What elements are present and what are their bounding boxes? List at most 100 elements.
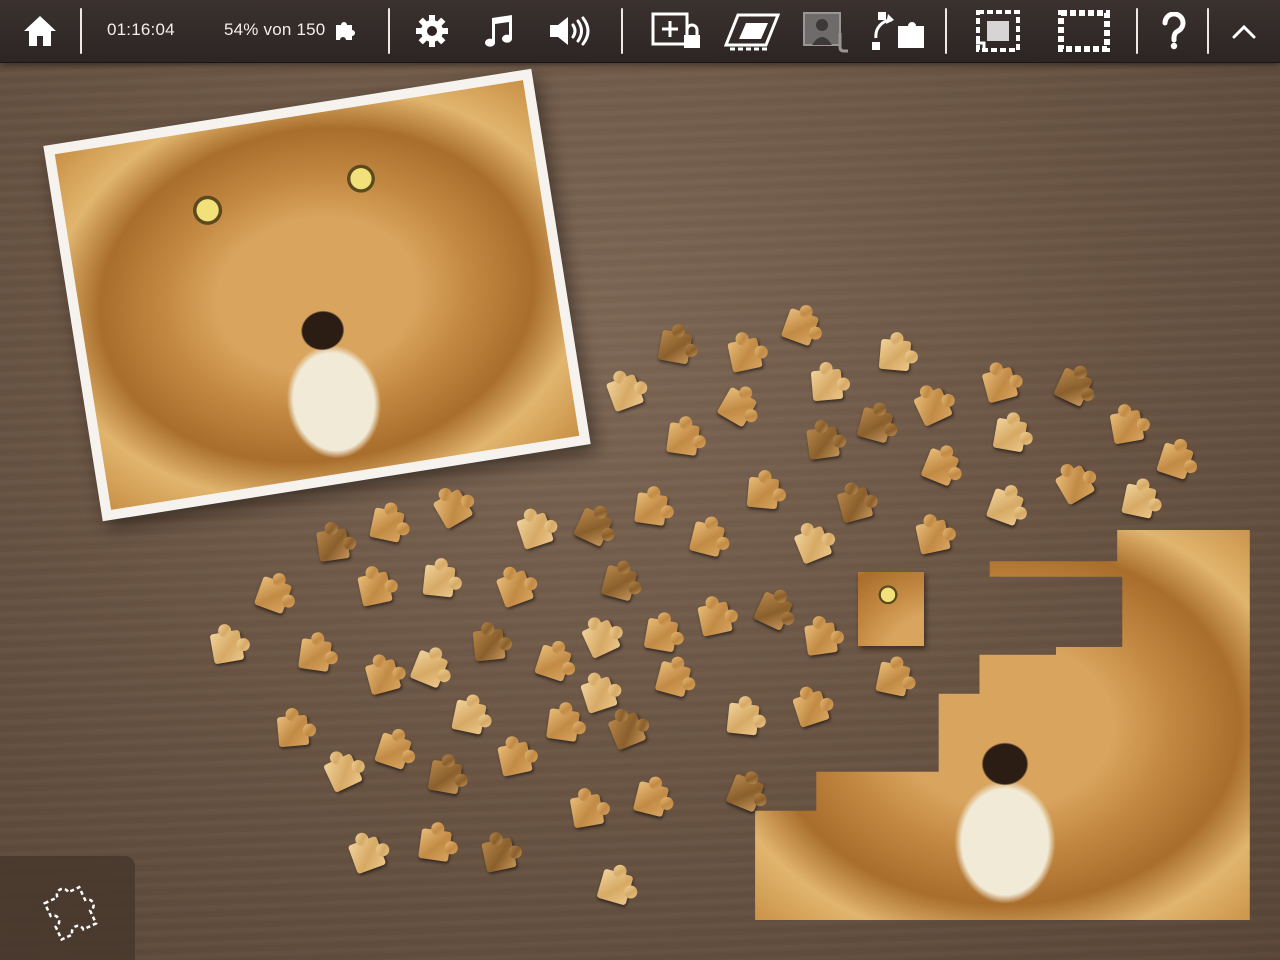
puzzle-piece[interactable] (418, 828, 452, 862)
progress-text: 54% von 150 (224, 20, 326, 39)
puzzle-piece[interactable] (992, 417, 1028, 453)
puzzle-piece-outline-icon (43, 885, 98, 942)
puzzle-piece[interactable] (534, 644, 572, 682)
help-icon (1162, 12, 1186, 50)
puzzle-piece[interactable] (369, 507, 405, 543)
border-only-button[interactable] (1056, 7, 1112, 55)
puzzle-piece[interactable] (422, 564, 456, 598)
puzzle-piece[interactable] (253, 575, 293, 615)
puzzle-piece[interactable] (810, 368, 844, 402)
puzzle-piece[interactable] (697, 601, 733, 637)
puzzle-piece[interactable] (298, 638, 332, 672)
help-button[interactable] (1150, 7, 1198, 55)
shuffle-pieces-icon (872, 12, 924, 50)
toolbar-separator (1207, 8, 1209, 54)
puzzle-piece[interactable] (632, 780, 670, 818)
puzzle-piece[interactable] (1054, 464, 1096, 506)
puzzle-piece[interactable] (727, 337, 763, 373)
puzzle-piece[interactable] (878, 338, 912, 372)
edge-pieces-icon (724, 13, 781, 51)
puzzle-piece[interactable] (357, 571, 393, 607)
music-note-icon (485, 15, 512, 47)
puzzle-piece[interactable] (276, 714, 310, 748)
home-icon (24, 16, 56, 46)
toolbar-separator (388, 8, 390, 54)
gear-icon (416, 15, 448, 47)
puzzle-piece[interactable] (634, 492, 668, 526)
puzzle-piece[interactable] (427, 759, 463, 795)
puzzle-piece[interactable] (600, 564, 638, 602)
edge-pieces-button[interactable] (724, 7, 784, 55)
puzzle-piece[interactable] (347, 835, 387, 875)
puzzle-piece[interactable] (726, 702, 760, 736)
speaker-volume-icon (550, 16, 590, 46)
toolbar-separator (621, 8, 623, 54)
toolbar: 01:16:04 54% von 150 (0, 0, 1280, 63)
puzzle-piece[interactable] (920, 447, 960, 487)
puzzle-piece[interactable] (725, 773, 765, 813)
frame-sort-button[interactable] (972, 7, 1024, 55)
puzzle-piece[interactable] (209, 629, 245, 665)
piece-tray-button[interactable] (0, 856, 135, 960)
ghost-image-button[interactable] (800, 7, 854, 55)
puzzle-piece[interactable] (793, 525, 833, 565)
puzzle-piece[interactable] (1121, 483, 1157, 519)
toolbar-separator (1136, 8, 1138, 54)
puzzle-piece[interactable] (1109, 409, 1145, 445)
progress-indicator: 54% von 150 (224, 18, 357, 42)
home-button[interactable] (16, 7, 64, 55)
sound-button[interactable] (546, 7, 594, 55)
puzzle-piece[interactable] (753, 591, 793, 631)
puzzle-piece[interactable] (497, 741, 533, 777)
puzzle-piece[interactable] (495, 569, 535, 609)
puzzle-piece[interactable] (654, 660, 692, 698)
puzzle-piece[interactable] (985, 487, 1025, 527)
puzzle-piece[interactable] (323, 753, 363, 793)
border-only-icon (1058, 10, 1110, 52)
loose-pieces-area (0, 0, 1280, 960)
puzzle-piece[interactable] (472, 628, 506, 662)
puzzle-piece[interactable] (573, 507, 613, 547)
puzzle-piece[interactable] (856, 406, 894, 444)
puzzle-piece[interactable] (605, 373, 645, 413)
puzzle-piece-eye-cluster[interactable] (858, 572, 924, 646)
puzzle-piece[interactable] (580, 676, 618, 714)
puzzle-piece[interactable] (374, 732, 412, 770)
toolbar-separator (945, 8, 947, 54)
puzzle-piece[interactable] (1053, 367, 1093, 407)
puzzle-piece[interactable] (581, 619, 621, 659)
puzzle-piece[interactable] (409, 649, 449, 689)
lock-zoom-button[interactable] (650, 7, 706, 55)
puzzle-piece[interactable] (364, 658, 402, 696)
puzzle-piece[interactable] (806, 426, 840, 460)
puzzle-piece[interactable] (915, 519, 951, 555)
puzzle-piece[interactable] (481, 837, 517, 873)
puzzle-piece[interactable] (643, 617, 679, 653)
puzzle-piece[interactable] (746, 476, 780, 510)
puzzle-piece[interactable] (792, 690, 830, 728)
puzzle-piece[interactable] (569, 793, 605, 829)
collapse-toolbar-button[interactable] (1220, 7, 1268, 55)
chevron-up-icon (1232, 24, 1256, 39)
puzzle-piece[interactable] (316, 528, 350, 562)
puzzle-piece[interactable] (1156, 442, 1194, 480)
puzzle-piece[interactable] (596, 868, 634, 906)
music-button[interactable] (474, 7, 522, 55)
settings-button[interactable] (408, 7, 456, 55)
puzzle-piece[interactable] (688, 520, 726, 558)
puzzle-piece[interactable] (804, 622, 838, 656)
puzzle-piece[interactable] (875, 661, 911, 697)
puzzle-piece[interactable] (716, 386, 758, 428)
puzzle-piece[interactable] (516, 512, 554, 550)
puzzle-piece[interactable] (546, 708, 580, 742)
puzzle-piece[interactable] (432, 488, 474, 530)
puzzle-piece[interactable] (780, 307, 820, 347)
puzzle-piece[interactable] (981, 366, 1019, 404)
puzzle-piece[interactable] (451, 699, 487, 735)
puzzle-piece[interactable] (666, 422, 700, 456)
puzzle-piece[interactable] (913, 387, 953, 427)
puzzle-piece[interactable] (657, 329, 693, 365)
puzzle-piece[interactable] (836, 486, 874, 524)
puzzle-piece[interactable] (607, 711, 647, 751)
shuffle-pieces-button[interactable] (866, 7, 930, 55)
